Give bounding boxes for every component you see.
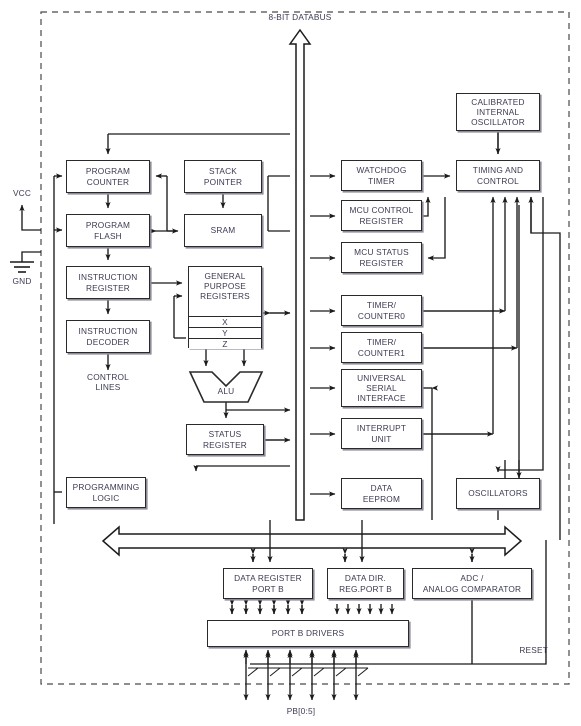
block-calibrated-internal-oscillator[interactable]: CALIBRATED INTERNAL OSCILLATOR	[456, 93, 540, 131]
block-label: TIMING AND CONTROL	[472, 165, 524, 186]
block-port-b-drivers[interactable]: PORT B DRIVERS	[207, 620, 409, 647]
gp-register-row-z[interactable]: Z	[189, 338, 261, 349]
block-instruction-register[interactable]: INSTRUCTION REGISTER	[66, 266, 150, 299]
block-label: MCU CONTROL REGISTER	[349, 205, 414, 226]
block-label: CALIBRATED INTERNAL OSCILLATOR	[471, 96, 525, 128]
block-programming-logic[interactable]: PROGRAMMING LOGIC	[66, 477, 146, 508]
block-mcu-status-register[interactable]: MCU STATUS REGISTER	[341, 242, 422, 273]
block-label: DATA REGISTER PORT B	[234, 573, 302, 594]
block-label: MCU STATUS REGISTER	[354, 247, 409, 268]
block-interrupt-unit[interactable]: INTERRUPT UNIT	[341, 418, 422, 449]
block-timer-counter0[interactable]: TIMER/ COUNTER0	[341, 295, 422, 326]
gp-register-row-y[interactable]: Y	[189, 327, 261, 338]
control-lines-label: CONTROL LINES	[87, 372, 129, 393]
databus-label: 8-BIT DATABUS	[268, 12, 332, 22]
vcc-label: VCC	[12, 188, 32, 198]
block-adc-analog-comparator[interactable]: ADC / ANALOG COMPARATOR	[412, 568, 532, 599]
block-label: UNIVERSAL SERIAL INTERFACE	[357, 372, 406, 404]
block-label: PROGRAMMING LOGIC	[72, 482, 140, 503]
block-timing-and-control[interactable]: TIMING AND CONTROL	[456, 160, 540, 191]
block-watchdog-timer[interactable]: WATCHDOG TIMER	[341, 160, 422, 191]
block-universal-serial-interface[interactable]: UNIVERSAL SERIAL INTERFACE	[341, 369, 422, 407]
block-diagram-canvas: 8-BIT DATABUS VCC GND CONTROL LINES RESE…	[0, 0, 581, 726]
block-label: ADC / ANALOG COMPARATOR	[422, 573, 522, 594]
block-label: WATCHDOG TIMER	[356, 165, 407, 186]
gnd-label: GND	[12, 276, 32, 286]
block-status-register[interactable]: STATUS REGISTER	[186, 424, 264, 455]
block-data-dir-reg-port-b[interactable]: DATA DIR. REG.PORT B	[327, 568, 404, 599]
block-label: INSTRUCTION REGISTER	[78, 272, 138, 293]
block-label: PROGRAM COUNTER	[85, 166, 131, 187]
block-label: INTERRUPT UNIT	[356, 423, 407, 444]
block-label: TIMER/ COUNTER0	[357, 300, 406, 321]
block-label: STATUS REGISTER	[202, 429, 247, 450]
gp-register-row-x[interactable]: X	[189, 316, 261, 327]
block-label: SRAM	[210, 225, 236, 236]
block-label: STACK POINTER	[203, 166, 243, 187]
block-stack-pointer[interactable]: STACK POINTER	[184, 160, 262, 193]
block-program-counter[interactable]: PROGRAM COUNTER	[66, 160, 150, 193]
block-data-register-port-b[interactable]: DATA REGISTER PORT B	[223, 568, 313, 599]
block-oscillators[interactable]: OSCILLATORS	[456, 478, 540, 509]
block-label: DATA EEPROM	[362, 483, 401, 504]
alu-label: ALU	[217, 386, 235, 396]
block-timer-counter1[interactable]: TIMER/ COUNTER1	[341, 332, 422, 363]
block-label: DATA DIR. REG.PORT B	[339, 573, 392, 594]
block-sram[interactable]: SRAM	[184, 214, 262, 247]
block-mcu-control-register[interactable]: MCU CONTROL REGISTER	[341, 200, 422, 231]
portb-pins-label: PB[0:5]	[286, 706, 316, 716]
block-label: TIMER/ COUNTER1	[357, 337, 406, 358]
block-label: GENERAL PURPOSE REGISTERS	[200, 271, 250, 302]
block-label: PROGRAM FLASH	[85, 220, 131, 241]
block-instruction-decoder[interactable]: INSTRUCTION DECODER	[66, 320, 150, 353]
block-label: INSTRUCTION DECODER	[78, 326, 138, 347]
block-program-flash[interactable]: PROGRAM FLASH	[66, 214, 150, 247]
block-data-eeprom[interactable]: DATA EEPROM	[341, 478, 422, 509]
block-label: PORT B DRIVERS	[271, 628, 345, 639]
reset-label: RESET	[519, 645, 548, 655]
block-general-purpose-registers[interactable]: GENERAL PURPOSE REGISTERS X Y Z	[188, 266, 262, 349]
block-label: OSCILLATORS	[468, 488, 528, 499]
